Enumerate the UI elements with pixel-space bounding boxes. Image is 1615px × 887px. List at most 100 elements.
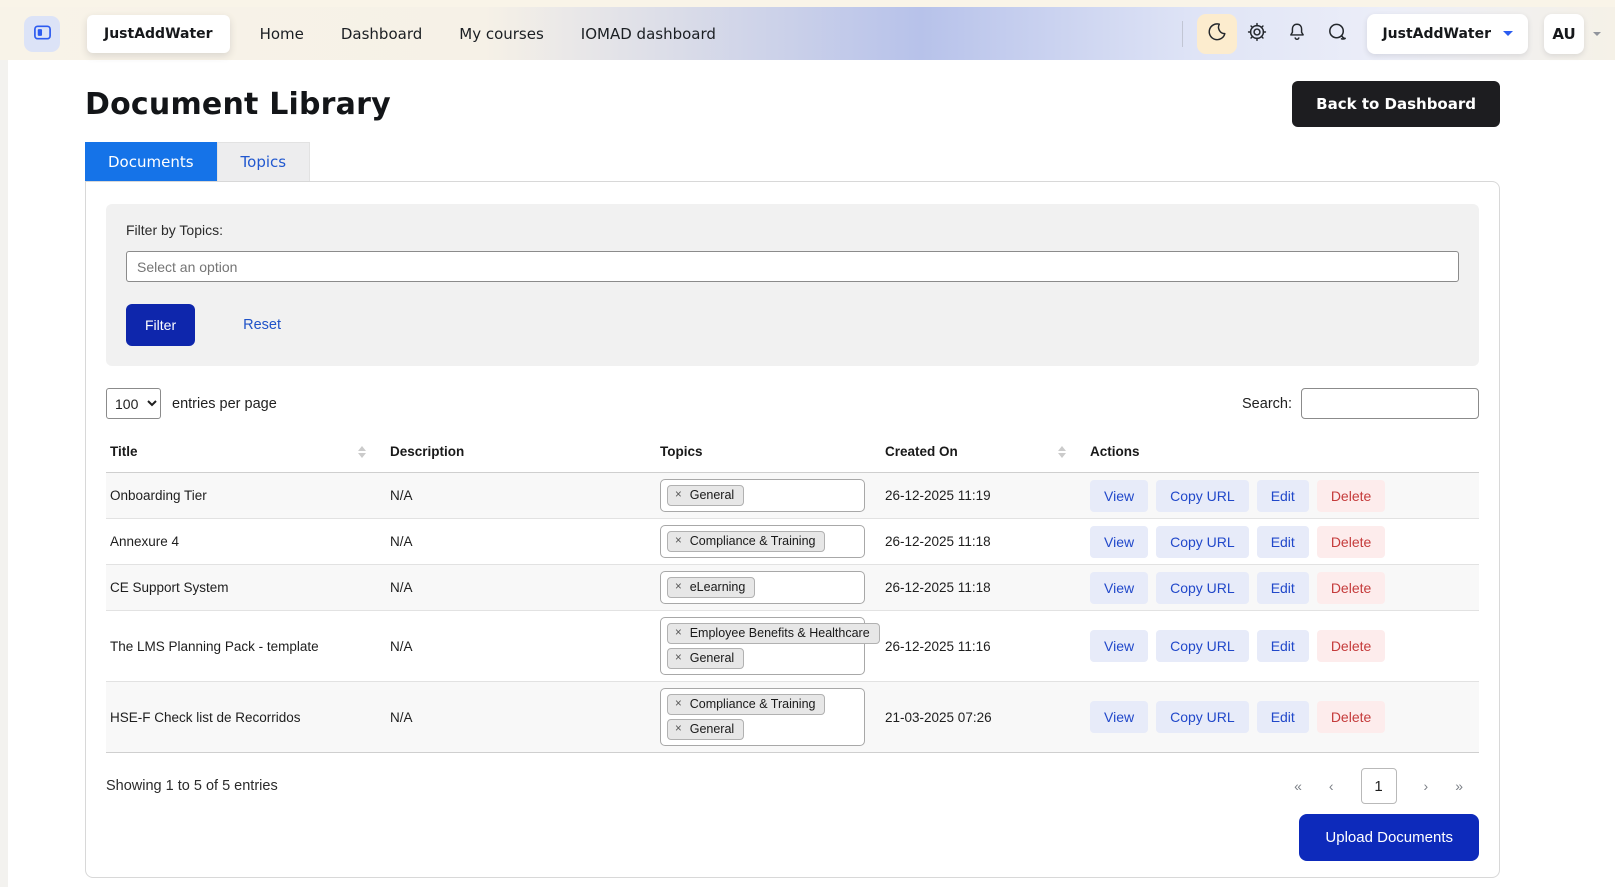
filter-button[interactable]: Filter <box>126 304 196 346</box>
nav-link-iomad-dashboard[interactable]: IOMAD dashboard <box>581 25 716 43</box>
document-actions: View Copy URL Edit Delete <box>1086 681 1479 753</box>
nav-link-home[interactable]: Home <box>260 25 304 43</box>
pagination-next-button[interactable]: › <box>1424 778 1429 794</box>
remove-tag-icon[interactable]: × <box>675 652 682 664</box>
back-to-dashboard-button[interactable]: Back to Dashboard <box>1292 81 1500 127</box>
top-navbar: JustAddWater Home Dashboard My courses IOMA… <box>0 0 1615 60</box>
remove-tag-icon[interactable]: × <box>675 581 682 593</box>
documents-panel: Filter by Topics: Filter Reset 100 entri… <box>85 181 1500 878</box>
search-label: Search: <box>1242 395 1292 412</box>
sidebar-toggle-icon <box>33 23 52 45</box>
document-actions: View Copy URL Edit Delete <box>1086 564 1479 611</box>
notifications-button[interactable] <box>1277 14 1317 54</box>
document-actions: View Copy URL Edit Delete <box>1086 472 1479 519</box>
sort-icon[interactable] <box>358 445 366 458</box>
delete-button[interactable]: Delete <box>1316 525 1386 558</box>
topic-tag: × General <box>667 648 745 669</box>
table-controls: 100 entries per page Search: <box>106 388 1479 419</box>
remove-tag-icon[interactable]: × <box>675 698 682 710</box>
view-button[interactable]: View <box>1090 630 1149 662</box>
upload-documents-button[interactable]: Upload Documents <box>1299 814 1479 861</box>
documents-table: Title Description Topics Created On Acti… <box>106 433 1479 753</box>
delete-button[interactable]: Delete <box>1316 701 1386 733</box>
sidebar-toggle-button[interactable] <box>24 15 60 52</box>
pagination-prev-button[interactable]: ‹ <box>1329 778 1334 794</box>
copy-url-button[interactable]: Copy URL <box>1156 701 1249 733</box>
tab-documents[interactable]: Documents <box>85 142 217 181</box>
entries-per-page-label: entries per page <box>172 395 277 412</box>
remove-tag-icon[interactable]: × <box>675 627 682 639</box>
view-button[interactable]: View <box>1090 571 1149 604</box>
tab-topics[interactable]: Topics <box>216 142 311 181</box>
page-size-select[interactable]: 100 <box>106 388 161 419</box>
table-header-row: Title Description Topics Created On Acti… <box>106 433 1479 473</box>
document-created-on: 26-12-2025 11:18 <box>881 518 1086 565</box>
pagination-last-button[interactable]: » <box>1455 778 1463 794</box>
document-actions: View Copy URL Edit Delete <box>1086 610 1479 682</box>
edit-button[interactable]: Edit <box>1256 630 1309 662</box>
topic-tag-label: General <box>689 722 735 736</box>
documents-table-body: Onboarding Tier N/A × General 26-12-2025 11:… <box>106 472 1479 753</box>
view-button[interactable]: View <box>1090 525 1149 558</box>
topics-select-box[interactable]: × eLearning <box>660 571 865 604</box>
edit-button[interactable]: Edit <box>1256 479 1309 512</box>
topic-tag-label: General <box>689 488 735 502</box>
edit-button[interactable]: Edit <box>1256 701 1309 733</box>
remove-tag-icon[interactable]: × <box>675 723 682 735</box>
document-title: The LMS Planning Pack - template <box>106 610 386 682</box>
user-menu-dropdown[interactable]: JustAddWater <box>1367 13 1528 54</box>
entries-summary: Showing 1 to 5 of 5 entries <box>106 778 278 794</box>
nav-links: Home Dashboard My courses IOMAD dashboard <box>260 25 716 43</box>
copy-url-button[interactable]: Copy URL <box>1156 571 1249 604</box>
remove-tag-icon[interactable]: × <box>675 489 682 501</box>
document-description: N/A <box>386 472 656 519</box>
column-header-topics: Topics <box>656 433 881 473</box>
user-menu-label: JustAddWater <box>1382 25 1491 42</box>
document-description: N/A <box>386 681 656 753</box>
navbar-divider <box>1182 20 1184 47</box>
topics-select-box[interactable]: × General <box>660 479 865 512</box>
document-title: HSE-F Check list de Recorridos <box>106 681 386 753</box>
settings-button[interactable] <box>1237 14 1277 54</box>
page-left-edge <box>0 60 8 887</box>
topic-tag-label: General <box>689 651 735 665</box>
avatar[interactable]: AU <box>1544 13 1584 54</box>
delete-button[interactable]: Delete <box>1316 571 1386 604</box>
pagination-first-button[interactable]: « <box>1294 778 1302 794</box>
avatar-chevron-down-icon[interactable] <box>1593 31 1601 36</box>
document-actions: View Copy URL Edit Delete <box>1086 518 1479 565</box>
nav-link-dashboard[interactable]: Dashboard <box>341 25 422 43</box>
topics-select-box[interactable]: × Employee Benefits & Healthcare × General <box>660 617 880 675</box>
column-header-created-on[interactable]: Created On <box>881 433 1086 473</box>
topics-select-box[interactable]: × Compliance & Training × General <box>660 688 865 746</box>
messages-button[interactable] <box>1317 14 1357 54</box>
document-description: N/A <box>386 564 656 611</box>
topics-filter-select[interactable] <box>126 251 1459 282</box>
chat-icon <box>1326 21 1349 47</box>
remove-tag-icon[interactable]: × <box>675 535 682 547</box>
pagination-page-1-button[interactable]: 1 <box>1360 768 1397 804</box>
brand-logo[interactable]: JustAddWater <box>87 14 230 53</box>
copy-url-button[interactable]: Copy URL <box>1156 479 1249 512</box>
nav-link-my-courses[interactable]: My courses <box>459 25 544 43</box>
delete-button[interactable]: Delete <box>1316 479 1386 512</box>
delete-button[interactable]: Delete <box>1316 630 1386 662</box>
reset-link[interactable]: Reset <box>243 317 281 333</box>
document-title: Annexure 4 <box>106 518 386 565</box>
table-row: The LMS Planning Pack - template N/A × Empl… <box>106 610 1479 682</box>
column-header-title[interactable]: Title <box>106 433 386 473</box>
edit-button[interactable]: Edit <box>1256 525 1309 558</box>
view-button[interactable]: View <box>1090 479 1149 512</box>
table-row: Onboarding Tier N/A × General 26-12-2025 11:… <box>106 472 1479 519</box>
topics-select-box[interactable]: × Compliance & Training <box>660 525 865 558</box>
dark-mode-toggle-button[interactable] <box>1197 13 1238 54</box>
copy-url-button[interactable]: Copy URL <box>1156 630 1249 662</box>
view-button[interactable]: View <box>1090 701 1149 733</box>
search-input[interactable] <box>1301 388 1479 419</box>
sort-icon[interactable] <box>1058 445 1066 458</box>
gear-icon <box>1246 21 1268 46</box>
edit-button[interactable]: Edit <box>1256 571 1309 604</box>
topic-tag: × Compliance & Training <box>667 694 826 715</box>
document-created-on: 26-12-2025 11:19 <box>881 472 1086 519</box>
copy-url-button[interactable]: Copy URL <box>1156 525 1249 558</box>
